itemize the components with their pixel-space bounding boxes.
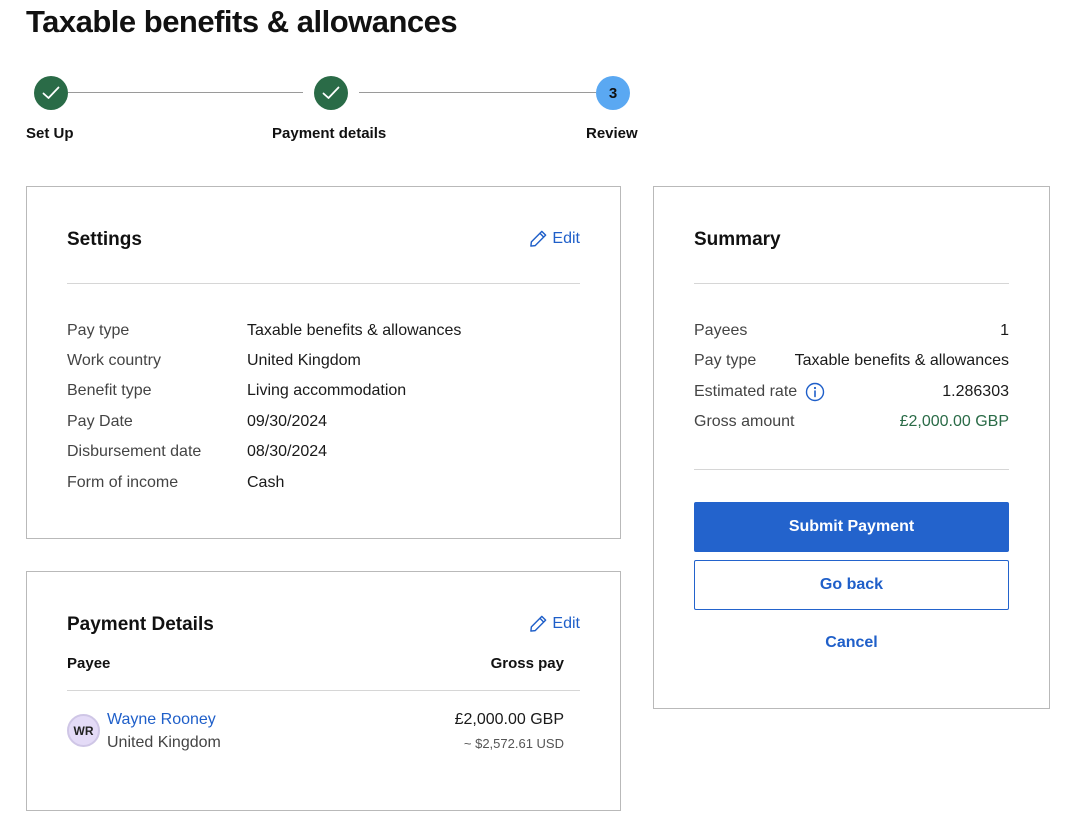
pencil-icon <box>530 615 547 632</box>
settings-card: Settings Edit Pay type Taxable benefits … <box>26 186 621 539</box>
settings-title: Settings <box>67 229 142 250</box>
payee-gross-amount: £2,000.00 GBP <box>454 711 564 728</box>
settings-edit-label: Edit <box>552 229 580 247</box>
settings-row-pay-type: Pay type Taxable benefits & allowances <box>67 322 461 340</box>
settings-label: Benefit type <box>67 382 152 399</box>
step-label-review: Review <box>586 125 638 142</box>
summary-row-payees: Payees 1 <box>694 322 1009 340</box>
settings-value: Cash <box>247 474 285 491</box>
summary-label: Payees <box>694 322 748 339</box>
summary-label: Pay type <box>694 352 757 369</box>
column-header-payee: Payee <box>67 655 111 672</box>
settings-edit-link[interactable]: Edit <box>529 229 580 248</box>
settings-value: Taxable benefits & allowances <box>247 322 462 339</box>
go-back-button[interactable]: Go back <box>694 560 1009 610</box>
step-connector <box>359 92 596 93</box>
step-label-setup: Set Up <box>26 125 74 142</box>
summary-label: Estimated rate <box>694 383 798 400</box>
payment-details-card: Payment Details Edit Payee Gross pay WR … <box>26 571 621 811</box>
column-header-gross-pay: Gross pay <box>490 655 564 672</box>
summary-gross-value: £2,000.00 GBP <box>899 413 1009 430</box>
settings-row-work-country: Work country United Kingdom <box>67 352 361 370</box>
cancel-link[interactable]: Cancel <box>694 634 1009 652</box>
settings-divider <box>67 283 580 284</box>
settings-row-form-of-income: Form of income Cash <box>67 474 284 492</box>
payment-details-edit-link[interactable]: Edit <box>529 614 580 633</box>
summary-divider <box>694 283 1009 284</box>
payee-converted-amount: ~ $2,572.61 USD <box>463 736 564 751</box>
check-icon <box>42 86 60 99</box>
step-label-payment-details: Payment details <box>272 125 387 142</box>
settings-value: 08/30/2024 <box>247 443 328 460</box>
settings-label: Form of income <box>67 474 179 491</box>
summary-value: 1.286303 <box>942 383 1009 400</box>
settings-label: Pay type <box>67 322 130 339</box>
settings-label: Pay Date <box>67 413 133 430</box>
settings-row-benefit-type: Benefit type Living accommodation <box>67 382 406 400</box>
settings-value: 09/30/2024 <box>247 413 328 430</box>
step-connector <box>68 92 303 93</box>
settings-label: Disbursement date <box>67 443 202 460</box>
step-2-check <box>314 76 348 110</box>
pencil-icon <box>530 230 547 247</box>
summary-title: Summary <box>694 229 781 250</box>
info-icon[interactable] <box>805 382 825 402</box>
step-1-check <box>34 76 68 110</box>
summary-value: 1 <box>1000 322 1009 339</box>
payee-name-link[interactable]: Wayne Rooney <box>107 711 216 729</box>
settings-value: Living accommodation <box>247 382 407 399</box>
summary-value: Taxable benefits & allowances <box>794 352 1009 369</box>
table-divider <box>67 690 580 691</box>
check-icon <box>322 86 340 99</box>
settings-row-disbursement-date: Disbursement date 08/30/2024 <box>67 443 327 461</box>
summary-row-pay-type: Pay type Taxable benefits & allowances <box>694 352 1009 370</box>
settings-label: Work country <box>67 352 161 369</box>
avatar: WR <box>67 714 100 747</box>
summary-row-gross-amount: Gross amount £2,000.00 GBP <box>694 413 1009 431</box>
summary-row-estimated-rate: Estimated rate 1.286303 <box>694 382 1009 402</box>
payee-country: United Kingdom <box>107 734 221 751</box>
payment-details-edit-label: Edit <box>552 614 580 632</box>
settings-value: United Kingdom <box>247 352 361 369</box>
progress-stepper: 3 Set Up Payment details Review <box>0 0 700 160</box>
step-3-number: 3 <box>596 76 630 110</box>
settings-row-pay-date: Pay Date 09/30/2024 <box>67 413 327 431</box>
submit-payment-button[interactable]: Submit Payment <box>694 502 1009 552</box>
summary-label: Gross amount <box>694 413 795 430</box>
summary-card: Summary Payees 1 Pay type Taxable benefi… <box>653 186 1050 709</box>
payment-details-title: Payment Details <box>67 614 214 635</box>
summary-divider-2 <box>694 469 1009 470</box>
